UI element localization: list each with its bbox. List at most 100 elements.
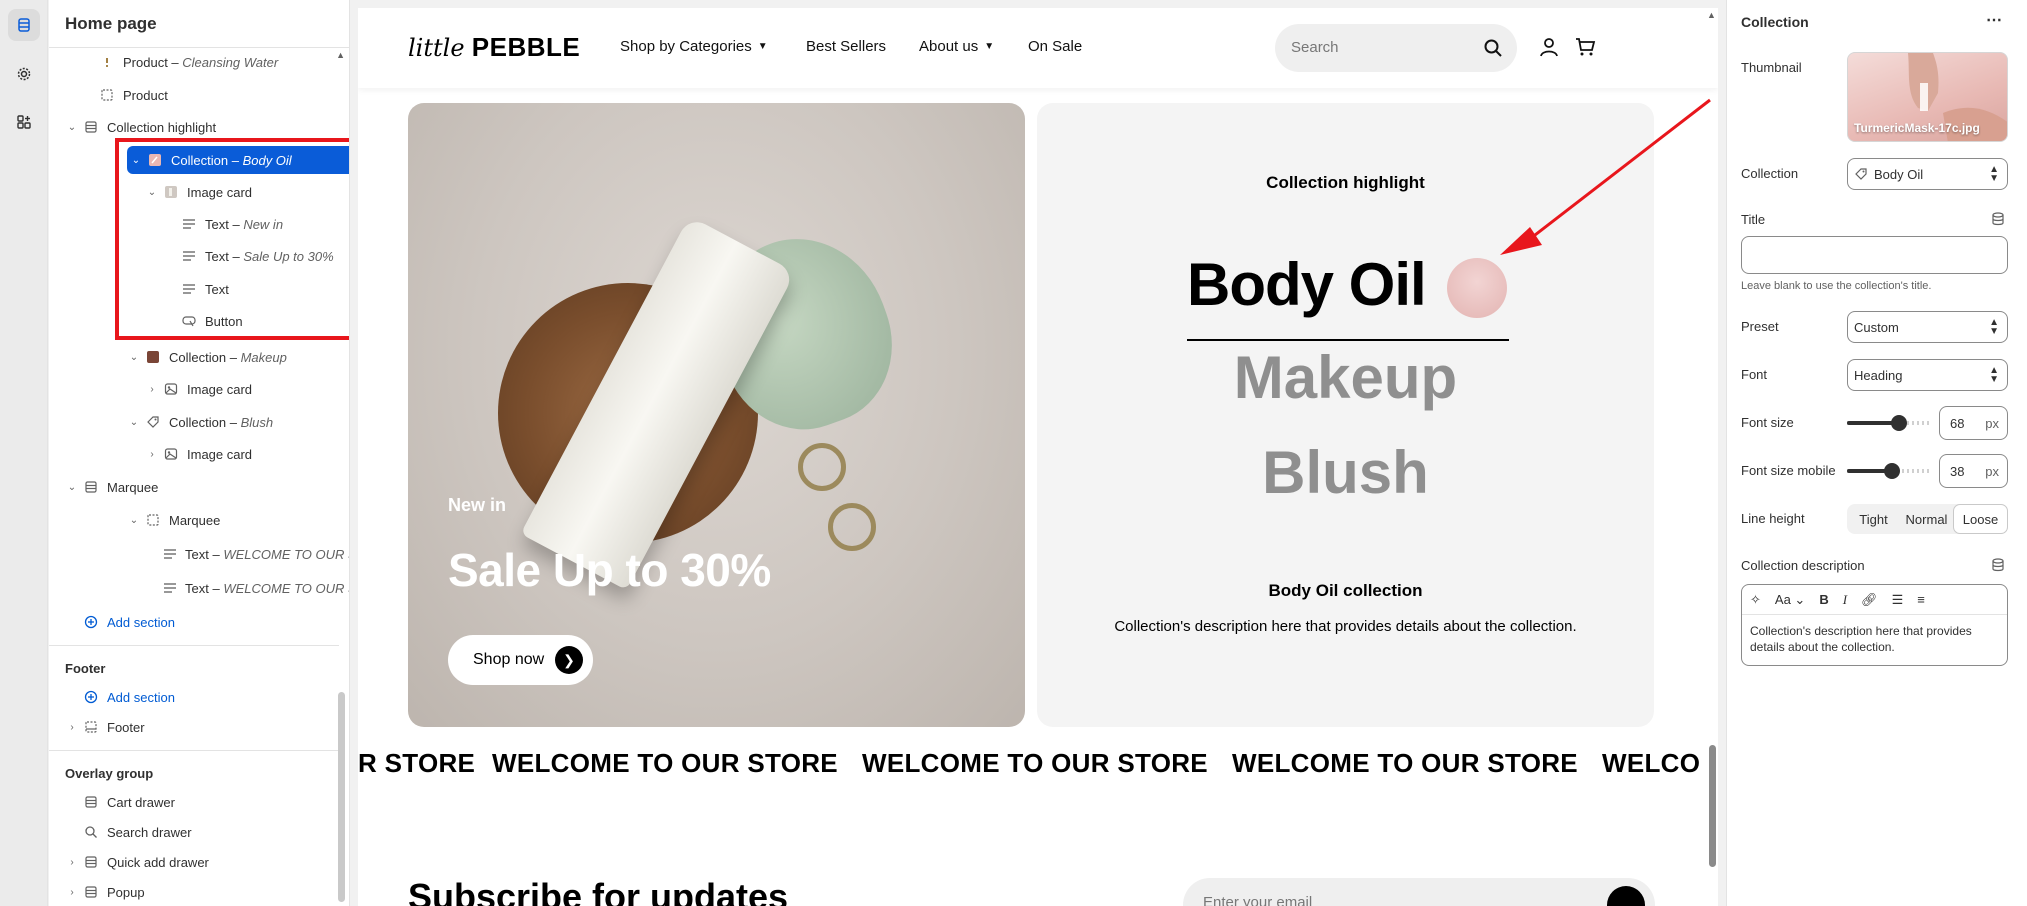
shop-now-button[interactable]: Shop now ❯: [448, 635, 593, 685]
ring-shape: [798, 443, 846, 491]
chevron-down-icon[interactable]: ⌄: [65, 482, 79, 493]
tree-item-image-card-blush[interactable]: › Image card: [145, 440, 345, 468]
font-label: Font: [1741, 367, 1768, 382]
ai-magic-icon[interactable]: ✧: [1750, 592, 1761, 608]
add-section-button[interactable]: Add section: [83, 608, 283, 636]
numbered-list-icon[interactable]: ≡: [1917, 592, 1925, 607]
scroll-up-icon[interactable]: ▲: [1707, 10, 1716, 20]
search-icon[interactable]: [1483, 38, 1503, 58]
tree-item-marquee-block[interactable]: ⌄ Marquee: [127, 506, 347, 534]
thumbnail-label: Thumbnail: [1741, 60, 1802, 75]
email-input[interactable]: Enter your email: [1183, 878, 1655, 906]
line-height-segmented: Tight Normal Loose: [1847, 504, 2008, 534]
title-input[interactable]: [1741, 236, 2008, 274]
tree-item-text-welcome-1[interactable]: Text – WELCOME TO OUR ST...: [163, 540, 349, 568]
tree-item-popup[interactable]: › Popup: [65, 878, 335, 906]
nav-on-sale[interactable]: On Sale: [1028, 38, 1082, 55]
plus-circle-icon: [83, 689, 99, 705]
account-icon[interactable]: [1538, 36, 1560, 58]
chevron-right-icon[interactable]: ›: [145, 449, 159, 460]
cart-icon[interactable]: [1574, 36, 1596, 58]
preview-scrollbar[interactable]: [1709, 745, 1716, 867]
nav-shop-by-categories[interactable]: Shop by Categories ▼: [620, 38, 768, 55]
tree-item-collection-makeup[interactable]: ⌄ Collection – Makeup: [127, 343, 347, 371]
title-help-text: Leave blank to use the collection's titl…: [1741, 280, 1932, 292]
dynamic-source-icon[interactable]: [1991, 212, 2005, 226]
font-size-mobile-input[interactable]: 38 px: [1939, 454, 2008, 488]
store-logo[interactable]: little PEBBLE: [408, 32, 580, 63]
nav-best-sellers[interactable]: Best Sellers: [806, 38, 886, 55]
tree-item-product-cleansing[interactable]: Product – Cleansing Water: [99, 48, 339, 76]
ring-shape: [828, 503, 876, 551]
marquee-text: R STORE: [358, 748, 476, 778]
select-arrows-icon: ▲ ▼: [1989, 365, 1999, 385]
gear-icon[interactable]: [8, 58, 40, 90]
description-editor[interactable]: ✧ Aa ⌄ B I 🔗︎ ☰ ≡ Collection's descripti…: [1741, 584, 2008, 666]
dynamic-source-icon[interactable]: [1991, 558, 2005, 572]
section-icon: [83, 479, 99, 495]
bullet-list-icon[interactable]: ☰: [1892, 592, 1904, 608]
hero-heading: Sale Up to 30%: [448, 544, 771, 596]
tree-item-image-card-makeup[interactable]: › Image card: [145, 375, 345, 403]
tree-item-search-drawer[interactable]: Search drawer: [83, 818, 303, 846]
tree-item-marquee-section[interactable]: ⌄ Marquee: [65, 473, 335, 501]
italic-icon[interactable]: I: [1843, 592, 1847, 608]
submit-arrow-icon[interactable]: [1607, 886, 1645, 906]
collection-thumb-icon: [145, 349, 161, 365]
chevron-down-icon[interactable]: ⌄: [65, 122, 79, 133]
tree-item-text-welcome-2[interactable]: Text – WELCOME TO OUR ST...: [163, 574, 349, 602]
footer-add-section-button[interactable]: Add section: [83, 683, 283, 711]
tree-item-cart-drawer[interactable]: Cart drawer: [83, 788, 303, 816]
theme-editor: Home page ▲ Product – Cleansing Water Pr…: [0, 0, 2027, 906]
apps-icon[interactable]: [8, 106, 40, 138]
section-icon: [83, 794, 99, 810]
section-icon: [83, 854, 99, 870]
thumbnail-filename: TurmericMask-17c.jpg: [1854, 121, 1980, 135]
tree-item-product[interactable]: Product: [99, 81, 339, 109]
more-options-icon[interactable]: ⋯: [1986, 10, 2003, 30]
tree-item-quick-add-drawer[interactable]: › Quick add drawer: [65, 848, 335, 876]
line-height-tight[interactable]: Tight: [1847, 504, 1900, 534]
font-select[interactable]: Heading ▲ ▼: [1847, 359, 2008, 391]
section-icon: [83, 119, 99, 135]
font-size-input[interactable]: 68 px: [1939, 406, 2008, 440]
chevron-down-icon[interactable]: ⌄: [127, 515, 141, 526]
tree-item-footer[interactable]: › Footer: [65, 713, 335, 741]
chevron-right-icon[interactable]: ›: [65, 857, 79, 868]
sidebar-scrollbar[interactable]: [338, 692, 345, 902]
font-size-mobile-slider[interactable]: [1847, 463, 1931, 479]
chevron-right-icon[interactable]: ›: [145, 384, 159, 395]
block-settings-panel: Collection ⋯ Thumbnail TurmericMask-17c.…: [1726, 0, 2027, 906]
collection-name: Body Oil collection: [1268, 581, 1423, 600]
line-height-loose[interactable]: Loose: [1953, 504, 2008, 534]
line-height-normal[interactable]: Normal: [1900, 504, 1953, 534]
chevron-down-icon[interactable]: ⌄: [127, 417, 141, 428]
collection-title-active[interactable]: Body Oil: [1187, 250, 1427, 319]
chevron-down-icon[interactable]: ⌄: [127, 352, 141, 363]
hero-image-card[interactable]: New in Sale Up to 30% Shop now ❯: [408, 103, 1025, 727]
tree-item-collection-highlight[interactable]: ⌄ Collection highlight: [65, 113, 335, 141]
collection-title-makeup[interactable]: Makeup: [1037, 343, 1654, 412]
bold-icon[interactable]: B: [1819, 592, 1828, 607]
chevron-right-icon[interactable]: ›: [65, 887, 79, 898]
collection-title-blush[interactable]: Blush: [1037, 438, 1654, 507]
overlay-group-title: Overlay group: [65, 766, 154, 781]
tree-item-collection-blush[interactable]: ⌄ Collection – Blush: [127, 408, 347, 436]
nav-about-us[interactable]: About us ▼: [919, 38, 994, 55]
product-block-icon: [99, 87, 115, 103]
slider-handle[interactable]: [1891, 415, 1908, 431]
sections-icon[interactable]: [8, 9, 40, 41]
thumbnail-picker[interactable]: TurmericMask-17c.jpg: [1847, 52, 2008, 142]
link-icon[interactable]: 🔗︎: [1861, 592, 1878, 608]
description-text: Collection's description here that provi…: [1750, 624, 1972, 654]
font-size-slider[interactable]: [1847, 415, 1931, 431]
preset-select[interactable]: Custom ▲ ▼: [1847, 311, 2008, 343]
marquee-text: WELCOME TO OUR STORE: [492, 748, 838, 778]
store-search-input[interactable]: Search: [1275, 24, 1517, 72]
section-icon: [83, 884, 99, 900]
chevron-right-icon[interactable]: ›: [65, 722, 79, 733]
collection-select[interactable]: Body Oil ▲ ▼: [1847, 158, 2008, 190]
hero-eyebrow: New in: [448, 495, 507, 515]
slider-handle[interactable]: [1883, 463, 1900, 479]
text-style-icon[interactable]: Aa ⌄: [1775, 592, 1805, 608]
